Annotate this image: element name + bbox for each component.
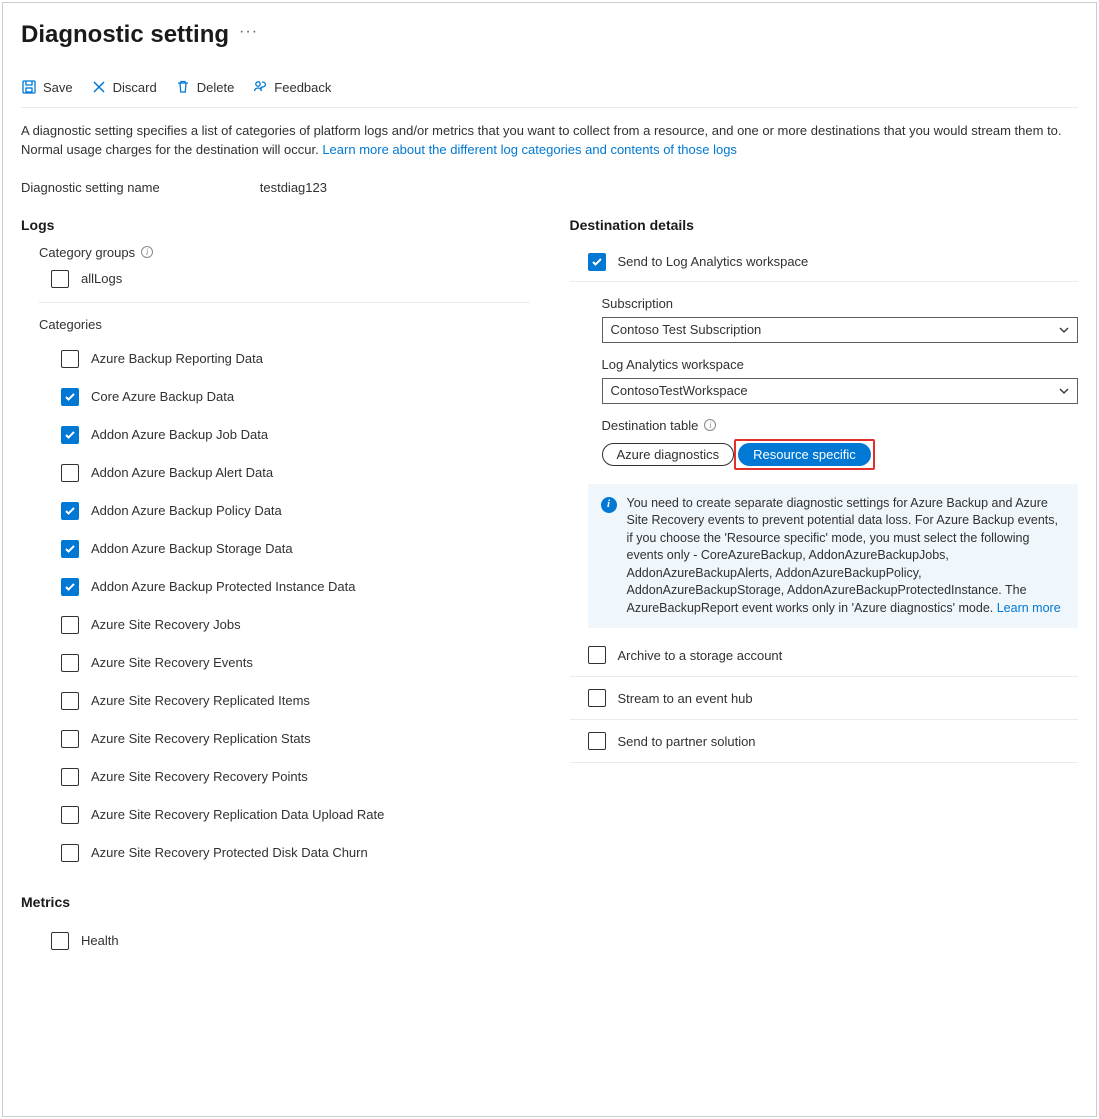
workspace-select[interactable]: ContosoTestWorkspace xyxy=(602,378,1079,404)
category-4-checkbox[interactable] xyxy=(61,502,79,520)
partner-label: Send to partner solution xyxy=(618,734,756,749)
category-groups-label: Category groups i xyxy=(39,245,530,260)
category-6-checkbox[interactable] xyxy=(61,578,79,596)
pill-resource-specific[interactable]: Resource specific xyxy=(738,443,871,466)
categories-label: Categories xyxy=(39,317,530,332)
subscription-label: Subscription xyxy=(602,296,1079,311)
save-icon xyxy=(21,79,37,95)
setting-name-value[interactable]: testdiag123 xyxy=(260,180,327,195)
category-0-label: Azure Backup Reporting Data xyxy=(91,351,263,366)
workspace-value: ContosoTestWorkspace xyxy=(611,383,748,398)
callout-text: You need to create separate diagnostic s… xyxy=(627,496,1058,615)
chevron-down-icon xyxy=(1059,386,1069,396)
category-11-label: Azure Site Recovery Recovery Points xyxy=(91,769,308,784)
eventhub-label: Stream to an event hub xyxy=(618,691,753,706)
info-callout: i You need to create separate diagnostic… xyxy=(588,484,1079,629)
send-la-label: Send to Log Analytics workspace xyxy=(618,254,809,269)
save-button[interactable]: Save xyxy=(21,77,73,97)
category-4-label: Addon Azure Backup Policy Data xyxy=(91,503,282,518)
setting-name-label: Diagnostic setting name xyxy=(21,180,160,195)
info-circle-icon: i xyxy=(601,497,617,513)
highlight-box: Resource specific xyxy=(734,439,875,470)
archive-checkbox[interactable] xyxy=(588,646,606,664)
category-1-checkbox[interactable] xyxy=(61,388,79,406)
group-0-checkbox[interactable] xyxy=(51,270,69,288)
category-11-checkbox[interactable] xyxy=(61,768,79,786)
subscription-select[interactable]: Contoso Test Subscription xyxy=(602,317,1079,343)
category-2-checkbox[interactable] xyxy=(61,426,79,444)
category-10-checkbox[interactable] xyxy=(61,730,79,748)
partner-checkbox[interactable] xyxy=(588,732,606,750)
delete-icon xyxy=(175,79,191,95)
category-8-label: Azure Site Recovery Events xyxy=(91,655,253,670)
chevron-down-icon xyxy=(1059,325,1069,335)
eventhub-checkbox[interactable] xyxy=(588,689,606,707)
info-icon[interactable]: i xyxy=(704,419,716,431)
category-5-label: Addon Azure Backup Storage Data xyxy=(91,541,293,556)
group-0-label: allLogs xyxy=(81,271,122,286)
category-6-label: Addon Azure Backup Protected Instance Da… xyxy=(91,579,356,594)
description: A diagnostic setting specifies a list of… xyxy=(21,122,1078,160)
info-icon[interactable]: i xyxy=(141,246,153,258)
more-icon[interactable]: ··· xyxy=(239,23,258,47)
save-label: Save xyxy=(43,80,73,95)
category-13-checkbox[interactable] xyxy=(61,844,79,862)
feedback-icon xyxy=(252,79,268,95)
category-2-label: Addon Azure Backup Job Data xyxy=(91,427,268,442)
category-12-label: Azure Site Recovery Replication Data Upl… xyxy=(91,807,384,822)
category-10-label: Azure Site Recovery Replication Stats xyxy=(91,731,311,746)
pill-azure-diagnostics[interactable]: Azure diagnostics xyxy=(602,443,735,466)
category-9-label: Azure Site Recovery Replicated Items xyxy=(91,693,310,708)
discard-label: Discard xyxy=(113,80,157,95)
category-1-label: Core Azure Backup Data xyxy=(91,389,234,404)
feedback-label: Feedback xyxy=(274,80,331,95)
toolbar: Save Discard Delete Feedback xyxy=(21,77,1078,108)
learn-more-link[interactable]: Learn more about the different log categ… xyxy=(322,142,737,157)
workspace-label: Log Analytics workspace xyxy=(602,357,1079,372)
category-7-checkbox[interactable] xyxy=(61,616,79,634)
dest-table-label: Destination table i xyxy=(602,418,1079,433)
delete-button[interactable]: Delete xyxy=(175,77,235,97)
category-0-checkbox[interactable] xyxy=(61,350,79,368)
feedback-button[interactable]: Feedback xyxy=(252,77,331,97)
category-13-label: Azure Site Recovery Protected Disk Data … xyxy=(91,845,368,860)
page-title: Diagnostic setting xyxy=(21,21,229,49)
logs-title: Logs xyxy=(21,217,530,233)
discard-button[interactable]: Discard xyxy=(91,77,157,97)
metric-0-label: Health xyxy=(81,933,119,948)
category-12-checkbox[interactable] xyxy=(61,806,79,824)
archive-label: Archive to a storage account xyxy=(618,648,783,663)
metric-0-checkbox[interactable] xyxy=(51,932,69,950)
metrics-title: Metrics xyxy=(21,894,530,910)
category-8-checkbox[interactable] xyxy=(61,654,79,672)
subscription-value: Contoso Test Subscription xyxy=(611,322,762,337)
category-5-checkbox[interactable] xyxy=(61,540,79,558)
send-la-checkbox[interactable] xyxy=(588,253,606,271)
category-3-label: Addon Azure Backup Alert Data xyxy=(91,465,273,480)
category-9-checkbox[interactable] xyxy=(61,692,79,710)
delete-label: Delete xyxy=(197,80,235,95)
callout-learn-more[interactable]: Learn more xyxy=(997,601,1061,615)
category-3-checkbox[interactable] xyxy=(61,464,79,482)
discard-icon xyxy=(91,79,107,95)
destination-title: Destination details xyxy=(570,217,1079,233)
category-7-label: Azure Site Recovery Jobs xyxy=(91,617,241,632)
